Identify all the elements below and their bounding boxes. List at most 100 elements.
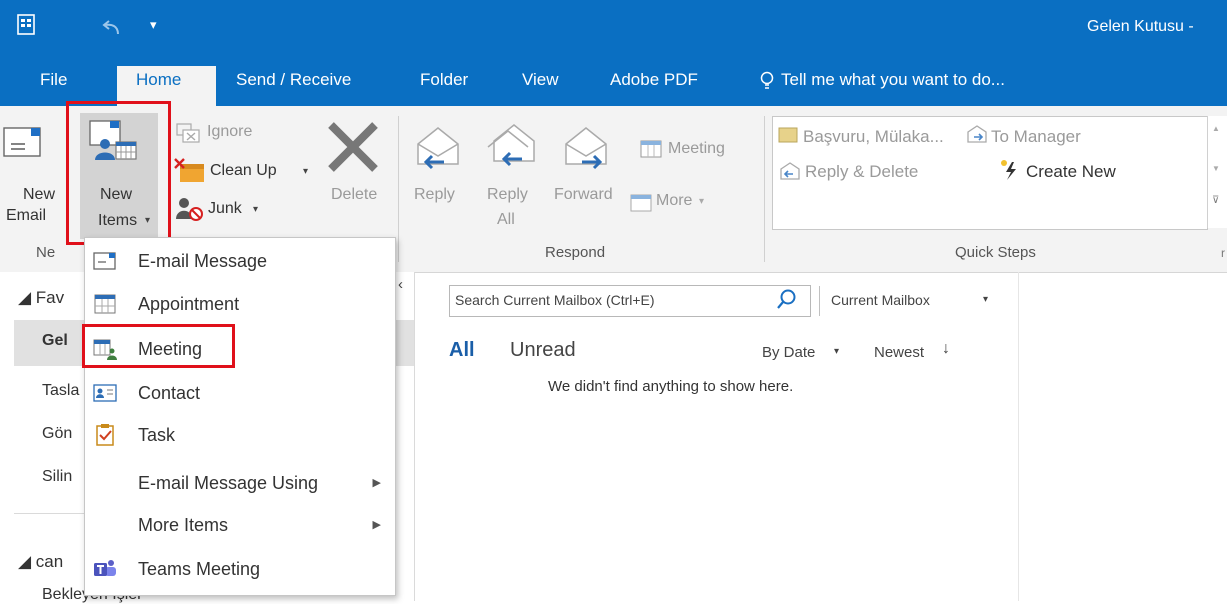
- ignore-icon: [176, 123, 200, 143]
- reply-all-label-2: All: [497, 211, 515, 228]
- new-group-label: Ne: [36, 244, 56, 261]
- scroll-up-icon[interactable]: ▲: [1212, 124, 1220, 133]
- reply-button[interactable]: Reply: [414, 186, 455, 204]
- menu-item-more-items[interactable]: More Items ▶: [85, 506, 395, 544]
- menu-label: Contact: [138, 383, 201, 403]
- menu-item-email-message-using[interactable]: E-mail Message Using ▶: [85, 464, 395, 502]
- menu-item-contact[interactable]: Contact: [85, 374, 395, 412]
- dialog-launcher-icon[interactable]: r: [1221, 246, 1225, 260]
- ribbon-separator: [764, 116, 765, 262]
- undo-icon[interactable]: [100, 20, 122, 36]
- ribbon-tabs: File Home Send / Receive Folder View Ado…: [0, 56, 1227, 106]
- sort-order[interactable]: Newest: [874, 344, 924, 361]
- junk-icon: [176, 198, 203, 221]
- junk-dropdown-icon[interactable]: ▾: [253, 204, 258, 215]
- ribbon-separator: [398, 116, 399, 262]
- email-message-icon: [93, 252, 116, 270]
- sort-by-date[interactable]: By Date: [762, 344, 815, 361]
- menu-item-appointment[interactable]: Appointment: [85, 285, 395, 323]
- clean-up-icon: [174, 158, 204, 182]
- reading-pane-divider: [1018, 272, 1019, 601]
- clean-up-dropdown-icon[interactable]: ▾: [303, 166, 308, 177]
- menu-label: Task: [138, 425, 176, 445]
- delete-button[interactable]: Delete: [331, 186, 377, 204]
- tab-home[interactable]: Home: [136, 70, 181, 90]
- quick-step-to-manager[interactable]: To Manager: [991, 127, 1081, 147]
- highlight-meeting: [82, 324, 235, 368]
- new-items-menu: E-mail Message Appointment Meeting Conta…: [84, 237, 396, 596]
- junk-button[interactable]: Junk: [208, 200, 242, 218]
- submenu-arrow-icon: ▶: [372, 477, 381, 489]
- menu-item-email-message[interactable]: E-mail Message: [85, 242, 395, 280]
- filter-all[interactable]: All: [449, 339, 475, 362]
- reply-all-button[interactable]: Reply: [487, 186, 528, 204]
- new-email-label-2[interactable]: Email: [6, 207, 46, 225]
- to-manager-icon: [967, 125, 987, 143]
- filter-unread[interactable]: Unread: [510, 339, 576, 362]
- appointment-icon: [94, 294, 116, 314]
- clean-up-button[interactable]: Clean Up: [210, 162, 277, 180]
- respond-group-label: Respond: [545, 244, 606, 261]
- teams-icon: [94, 560, 116, 576]
- forward-button[interactable]: Forward: [554, 186, 613, 204]
- search-input[interactable]: Search Current Mailbox (Ctrl+E): [455, 292, 655, 308]
- menu-label: Teams Meeting: [138, 559, 261, 579]
- gallery-expand-icon[interactable]: ⊽: [1212, 195, 1219, 206]
- title-bar: ▾ Gelen Kutusu -: [0, 0, 1227, 56]
- folder-silinmis[interactable]: Silin: [42, 468, 72, 486]
- scope-dropdown-icon[interactable]: ▾: [983, 294, 988, 305]
- tab-folder[interactable]: Folder: [420, 70, 468, 90]
- forward-icon: [565, 127, 607, 170]
- account-header[interactable]: ◢ can: [18, 552, 63, 572]
- create-new-icon: [1001, 160, 1016, 180]
- tab-view[interactable]: View: [522, 70, 559, 90]
- sort-arrow-icon[interactable]: ↓: [942, 340, 950, 358]
- search-icon[interactable]: [776, 288, 798, 310]
- folder-taslaklar[interactable]: Tasla: [42, 382, 79, 400]
- scroll-down-icon[interactable]: ▼: [1212, 164, 1220, 173]
- ignore-button[interactable]: Ignore: [207, 123, 252, 141]
- more-respond-dropdown-icon[interactable]: ▾: [699, 196, 704, 207]
- collapse-pane-icon[interactable]: ‹: [398, 276, 403, 293]
- outlook-app-icon[interactable]: [17, 14, 37, 36]
- lightbulb-icon: [760, 71, 774, 89]
- quick-step-basvuru[interactable]: Başvuru, Mülaka...: [803, 127, 944, 147]
- new-email-icon: [3, 127, 41, 157]
- submenu-arrow-icon: ▶: [372, 519, 381, 531]
- menu-item-teams-meeting[interactable]: Teams Meeting: [85, 550, 395, 588]
- meeting-reply-button[interactable]: Meeting: [668, 140, 725, 158]
- more-respond-button[interactable]: More: [656, 192, 692, 210]
- menu-label: E-mail Message Using: [138, 473, 319, 493]
- tell-me-search[interactable]: Tell me what you want to do...: [781, 70, 1005, 90]
- more-respond-icon: [630, 194, 652, 212]
- menu-label: E-mail Message: [138, 251, 268, 271]
- highlight-new-items: [66, 101, 171, 245]
- empty-message: We didn't find anything to show here.: [548, 378, 794, 395]
- search-separator: [819, 286, 820, 316]
- search-scope-dropdown[interactable]: Current Mailbox: [831, 292, 930, 308]
- quick-step-move-icon: [778, 127, 798, 143]
- tab-send-receive[interactable]: Send / Receive: [236, 70, 351, 90]
- delete-icon: [328, 122, 378, 172]
- folder-gonderilen[interactable]: Gön: [42, 425, 72, 443]
- quick-step-create-new[interactable]: Create New: [1026, 162, 1116, 182]
- sort-dropdown-icon[interactable]: ▾: [834, 346, 839, 357]
- reply-all-icon: [487, 124, 535, 167]
- tab-adobe-pdf[interactable]: Adobe PDF: [610, 70, 698, 90]
- task-icon: [96, 424, 114, 446]
- reply-delete-icon: [780, 162, 800, 180]
- new-email-label[interactable]: New: [23, 186, 55, 204]
- menu-label: Appointment: [138, 294, 240, 314]
- favorites-header[interactable]: ◢ Fav: [18, 288, 64, 308]
- quick-step-reply-delete[interactable]: Reply & Delete: [805, 162, 918, 182]
- menu-item-task[interactable]: Task: [85, 416, 395, 454]
- folder-gelen[interactable]: Gel: [42, 332, 68, 350]
- window-title: Gelen Kutusu -: [1087, 18, 1194, 35]
- menu-label: More Items: [138, 515, 229, 535]
- contact-icon: [93, 384, 117, 402]
- quick-steps-group-label: Quick Steps: [955, 244, 1036, 261]
- meeting-small-icon: [640, 140, 662, 158]
- tab-file[interactable]: File: [40, 70, 67, 90]
- pane-divider: [14, 513, 84, 514]
- quick-access-dropdown-icon[interactable]: ▾: [150, 17, 157, 33]
